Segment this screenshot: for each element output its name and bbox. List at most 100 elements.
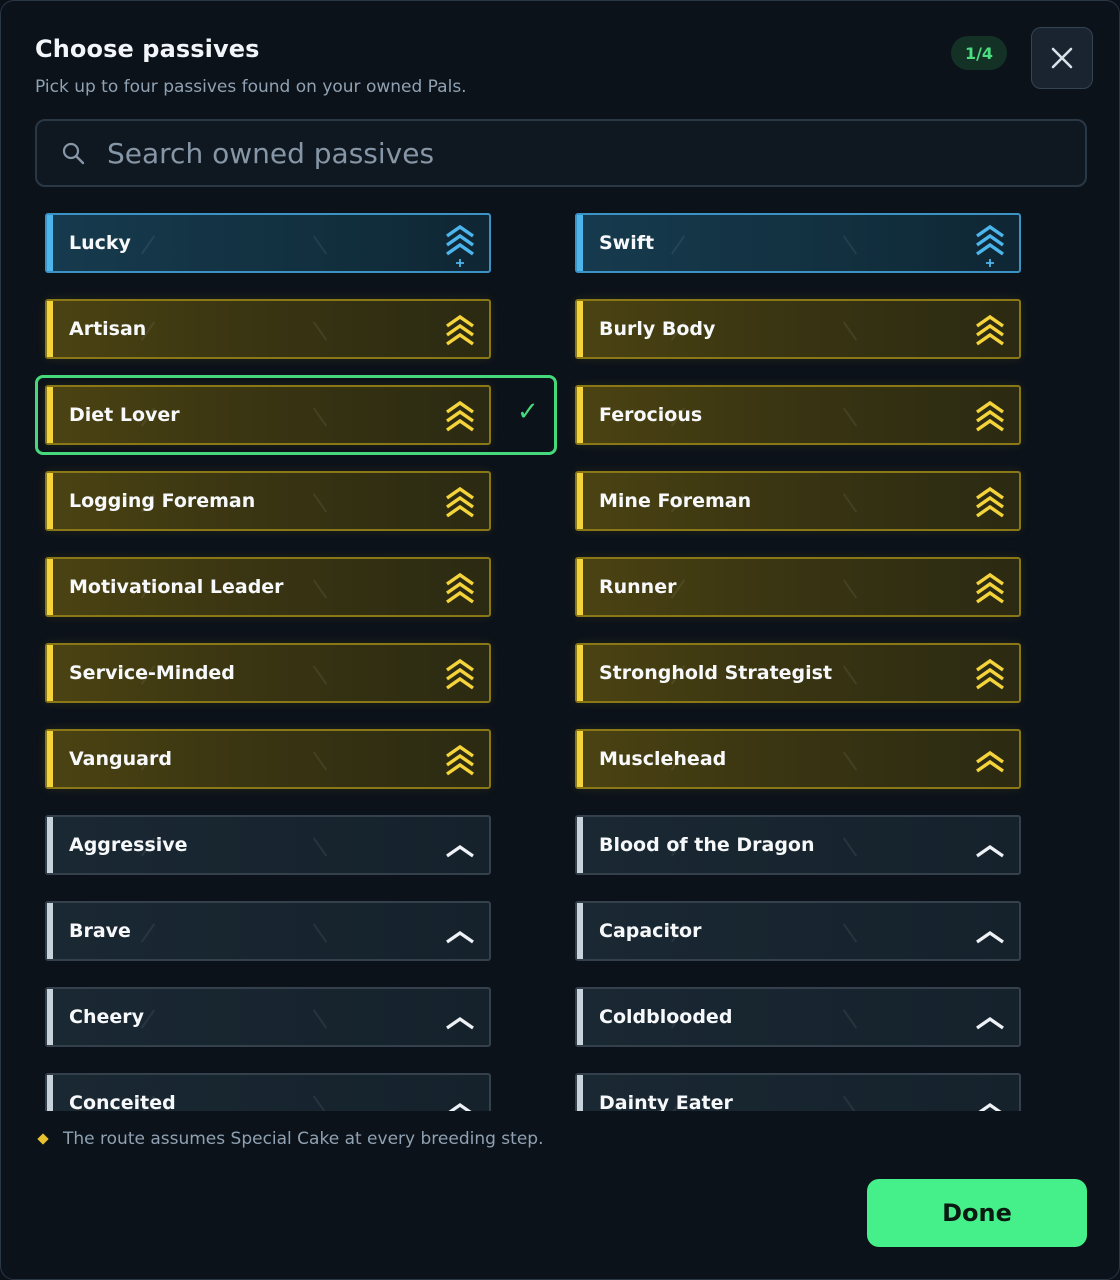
passive-tile[interactable]: Ferocious <box>575 385 1021 445</box>
passive-tile[interactable]: Dainty Eater <box>575 1073 1021 1111</box>
rank-basic-icon <box>441 1081 479 1111</box>
rank-legendary-icon <box>441 221 479 267</box>
passive-tile[interactable]: Logging Foreman <box>45 471 491 531</box>
tier-accent-bar <box>577 1075 583 1111</box>
tier-accent-bar <box>47 387 53 443</box>
rank-gold-icon <box>971 651 1009 697</box>
passive-name: Blood of the Dragon <box>599 834 815 856</box>
passive-tile[interactable]: Stronghold Strategist <box>575 643 1021 703</box>
passive-tile[interactable]: Blood of the Dragon <box>575 815 1021 875</box>
passive-name: Vanguard <box>69 748 172 770</box>
decorative-slash <box>312 665 328 685</box>
rank-gold-icon <box>441 393 479 439</box>
passive-name: Runner <box>599 576 677 598</box>
tier-accent-bar <box>577 301 583 357</box>
tier-accent-bar <box>577 473 583 529</box>
done-button[interactable]: Done <box>867 1179 1087 1247</box>
rank-basic-icon <box>971 1081 1009 1111</box>
passive-tile[interactable]: Diet Lover <box>45 385 491 445</box>
passive-tile[interactable]: Capacitor <box>575 901 1021 961</box>
tier-accent-bar <box>47 989 53 1045</box>
choose-passives-dialog: Choose passives Pick up to four passives… <box>0 0 1120 1280</box>
tier-accent-bar <box>577 387 583 443</box>
decorative-slash <box>312 235 328 255</box>
passive-name: Artisan <box>69 318 147 340</box>
passive-tile[interactable]: Service-Minded <box>45 643 491 703</box>
passive-name: Coldblooded <box>599 1006 733 1028</box>
decorative-slash <box>312 751 328 771</box>
passive-tile[interactable]: Swift <box>575 213 1021 273</box>
passive-name: Aggressive <box>69 834 188 856</box>
tier-accent-bar <box>47 301 53 357</box>
passive-tile[interactable]: Coldblooded <box>575 987 1021 1047</box>
decorative-slash <box>312 321 328 341</box>
footer-note-text: The route assumes Special Cake at every … <box>63 1129 544 1149</box>
selection-count-badge: 1/4 <box>951 36 1007 70</box>
tier-accent-bar <box>47 731 53 787</box>
decorative-slash <box>842 407 858 427</box>
rank-gold-icon <box>971 479 1009 525</box>
tier-accent-bar <box>47 645 53 701</box>
footer-note: The route assumes Special Cake at every … <box>37 1129 543 1149</box>
passive-tile[interactable]: Musclehead <box>575 729 1021 789</box>
search-icon <box>37 141 105 165</box>
passive-name: Lucky <box>69 232 131 254</box>
decorative-slash <box>842 751 858 771</box>
passive-name: Service-Minded <box>69 662 235 684</box>
rank-gold-icon <box>441 479 479 525</box>
decorative-slash <box>842 837 858 857</box>
decorative-slash <box>140 235 156 255</box>
dialog-subtitle: Pick up to four passives found on your o… <box>35 77 467 97</box>
dialog-title: Choose passives <box>35 35 260 63</box>
tier-accent-bar <box>47 215 53 271</box>
passive-name: Ferocious <box>599 404 703 426</box>
passive-name: Capacitor <box>599 920 702 942</box>
tier-accent-bar <box>47 473 53 529</box>
passive-tile[interactable]: Lucky <box>45 213 491 273</box>
passive-tile[interactable]: Vanguard <box>45 729 491 789</box>
passive-tile[interactable]: Runner <box>575 557 1021 617</box>
close-button[interactable] <box>1031 27 1093 89</box>
decorative-slash <box>312 837 328 857</box>
tier-accent-bar <box>577 645 583 701</box>
decorative-slash <box>842 923 858 943</box>
passive-tile[interactable]: Artisan <box>45 299 491 359</box>
tier-accent-bar <box>577 989 583 1045</box>
passive-list[interactable]: Lucky Swift Artisan Burly Body ✓ Diet Lover Fe… <box>1 197 1119 1111</box>
rank-gold-icon <box>971 307 1009 353</box>
passive-tile[interactable]: Conceited <box>45 1073 491 1111</box>
rank-basic-icon <box>441 995 479 1041</box>
tier-accent-bar <box>577 817 583 873</box>
decorative-slash <box>140 923 156 943</box>
passive-tile[interactable]: Brave <box>45 901 491 961</box>
decorative-slash <box>842 665 858 685</box>
rank-gold-icon <box>971 565 1009 611</box>
decorative-slash <box>312 1009 328 1029</box>
decorative-slash <box>670 235 686 255</box>
passive-name: Stronghold Strategist <box>599 662 833 684</box>
rank-gold-double-icon <box>971 737 1009 783</box>
rank-gold-icon <box>441 307 479 353</box>
decorative-slash <box>312 923 328 943</box>
search-field[interactable] <box>35 119 1087 187</box>
passive-tile[interactable]: Mine Foreman <box>575 471 1021 531</box>
tier-accent-bar <box>47 817 53 873</box>
tier-accent-bar <box>577 903 583 959</box>
passive-tile[interactable]: Burly Body <box>575 299 1021 359</box>
decorative-slash <box>842 579 858 599</box>
rank-basic-icon <box>971 909 1009 955</box>
tier-accent-bar <box>47 1075 53 1111</box>
decorative-slash <box>312 1095 328 1111</box>
passive-tile[interactable]: Aggressive <box>45 815 491 875</box>
decorative-slash <box>842 235 858 255</box>
rank-gold-icon <box>441 565 479 611</box>
passive-name: Mine Foreman <box>599 490 752 512</box>
passive-name: Logging Foreman <box>69 490 256 512</box>
passive-tile[interactable]: Motivational Leader <box>45 557 491 617</box>
rank-legendary-icon <box>971 221 1009 267</box>
decorative-slash <box>312 493 328 513</box>
passive-tile[interactable]: Cheery <box>45 987 491 1047</box>
passive-name: Swift <box>599 232 655 254</box>
rank-basic-icon <box>971 995 1009 1041</box>
search-input[interactable] <box>105 135 1009 171</box>
